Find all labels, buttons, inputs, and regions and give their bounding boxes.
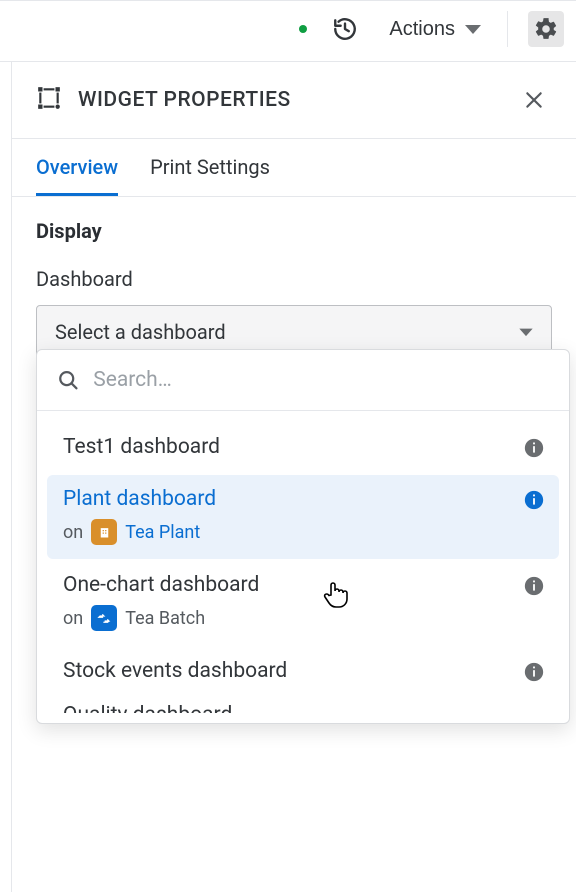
option-plant[interactable]: Plant dashboard on Tea Plant (47, 475, 559, 559)
option-title: Quality dashboard (63, 703, 543, 713)
dashboard-dropdown: Test1 dashboard Plant dashboard on T (36, 349, 570, 724)
panel-title: WIDGET PROPERTIES (78, 88, 291, 112)
chevron-down-icon (465, 23, 481, 35)
gear-icon (533, 16, 559, 42)
option-title: One-chart dashboard (63, 573, 543, 597)
tab-print-settings[interactable]: Print Settings (150, 155, 270, 196)
close-panel-button[interactable] (516, 82, 552, 118)
option-quality-partial[interactable]: Quality dashboard (47, 699, 559, 713)
panel-content: Display Dashboard Select a dashboard (12, 197, 576, 892)
batch-chip-icon (91, 605, 117, 631)
plant-chip-icon (91, 519, 117, 545)
chevron-down-icon (519, 327, 533, 337)
info-icon[interactable] (523, 575, 545, 597)
actions-menu-button[interactable]: Actions (383, 14, 487, 45)
info-icon[interactable] (523, 489, 545, 511)
history-button[interactable] (327, 11, 363, 47)
option-title: Stock events dashboard (63, 659, 543, 683)
option-title: Plant dashboard (63, 487, 543, 511)
dropdown-options: Test1 dashboard Plant dashboard on T (37, 411, 569, 723)
section-title-display: Display (36, 219, 552, 243)
dashboard-field-label: Dashboard (36, 267, 552, 291)
status-dot (299, 25, 307, 33)
option-title: Test1 dashboard (63, 435, 543, 459)
search-icon (57, 368, 79, 392)
option-on-label: on (63, 608, 83, 629)
tabs: Overview Print Settings (12, 139, 576, 197)
widget-icon (36, 85, 62, 115)
close-icon (524, 90, 544, 110)
option-context: Tea Plant (125, 522, 200, 543)
dashboard-select-placeholder: Select a dashboard (55, 320, 226, 344)
settings-button[interactable] (528, 11, 564, 47)
option-test1[interactable]: Test1 dashboard (47, 423, 559, 473)
dropdown-search-row (37, 350, 569, 411)
history-icon (332, 16, 358, 42)
toolbar-divider (507, 11, 508, 47)
properties-panel: WIDGET PROPERTIES Overview Print Setting… (12, 62, 576, 892)
panel-layout: WIDGET PROPERTIES Overview Print Setting… (0, 62, 576, 892)
left-gutter (0, 62, 12, 892)
top-toolbar: Actions (0, 0, 576, 62)
dropdown-search-input[interactable] (93, 368, 549, 392)
option-on-label: on (63, 522, 83, 543)
tab-overview[interactable]: Overview (36, 155, 118, 196)
panel-header: WIDGET PROPERTIES (12, 62, 576, 139)
actions-label: Actions (389, 18, 455, 41)
info-icon[interactable] (523, 437, 545, 459)
info-icon[interactable] (523, 661, 545, 683)
option-stockevents[interactable]: Stock events dashboard (47, 647, 559, 697)
option-context: Tea Batch (125, 608, 205, 629)
option-onechart[interactable]: One-chart dashboard on Tea Batch (47, 561, 559, 645)
